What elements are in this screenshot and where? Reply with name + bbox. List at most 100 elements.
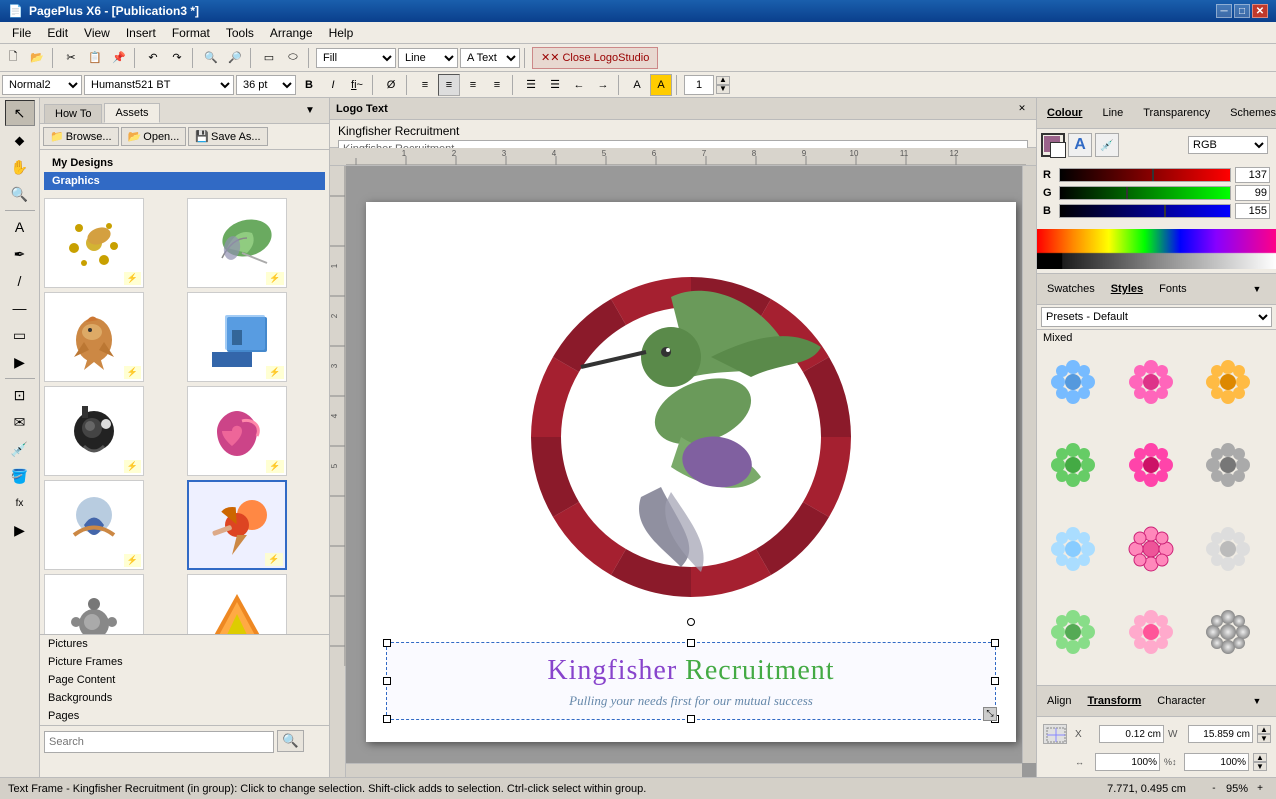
handle-tr[interactable] xyxy=(991,639,999,647)
font-name-dropdown[interactable]: Humanst521 BT xyxy=(84,75,234,95)
search-button[interactable]: 🔍 xyxy=(277,730,304,752)
zoom-in-status[interactable]: + xyxy=(1252,781,1268,797)
open-button[interactable]: 📂 Open... xyxy=(121,127,187,146)
bullets-button[interactable]: ☰ xyxy=(520,74,542,96)
graphic-item-4[interactable]: ⚡ xyxy=(187,292,287,382)
draw-ellipse-button[interactable]: ⬭ xyxy=(282,47,304,69)
fill-dropdown[interactable]: Fill xyxy=(316,48,396,68)
new-button[interactable]: 🗋 xyxy=(2,47,24,69)
menu-view[interactable]: View xyxy=(76,24,118,42)
g-slider-track[interactable] xyxy=(1059,186,1231,200)
canvas-scrollbar-v[interactable] xyxy=(1022,166,1036,763)
x-input[interactable]: 0.12 cm xyxy=(1099,725,1164,743)
pan-tool[interactable]: ✋ xyxy=(5,154,35,180)
minimize-button[interactable]: ─ xyxy=(1216,4,1232,18)
strikethrough-button[interactable]: Ø xyxy=(380,74,402,96)
indent-decrease-button[interactable]: ← xyxy=(568,74,590,96)
style-silver-1[interactable] xyxy=(1198,602,1258,662)
align-center-button[interactable]: ≡ xyxy=(438,74,460,96)
pictures-nav[interactable]: Pictures xyxy=(40,635,329,653)
page-number-input[interactable] xyxy=(684,75,714,95)
copy-button[interactable]: 📋 xyxy=(84,47,106,69)
align-left-button[interactable]: ≡ xyxy=(414,74,436,96)
graphic-item-8[interactable]: ⚡ xyxy=(187,480,287,570)
envelope-tool[interactable]: ✉ xyxy=(5,409,35,435)
pointer-tool[interactable]: ↖ xyxy=(5,100,35,126)
graphic-item-5[interactable]: ⚡ xyxy=(44,386,144,476)
undo-button[interactable]: ↶ xyxy=(142,47,164,69)
expand-tool-2[interactable]: ▶ xyxy=(5,517,35,543)
style-gray-1[interactable] xyxy=(1198,435,1258,495)
crop-tool[interactable]: ⊡ xyxy=(5,382,35,408)
fx-tool[interactable]: fx xyxy=(5,490,35,516)
logo-text-close[interactable]: ✕ xyxy=(1014,101,1030,117)
open-button[interactable]: 📂 xyxy=(26,47,48,69)
align-tab[interactable]: Align xyxy=(1041,693,1077,709)
numbering-button[interactable]: ☰ xyxy=(544,74,566,96)
zoom-tool[interactable]: 🔍 xyxy=(5,181,35,207)
style-green-2[interactable] xyxy=(1043,602,1103,662)
text-frame[interactable]: Kingfisher Recruitment Pulling your need… xyxy=(386,642,996,720)
draw-rect-button[interactable]: ▭ xyxy=(258,47,280,69)
style-gray-2[interactable] xyxy=(1198,519,1258,579)
close-button[interactable]: ✕ xyxy=(1252,4,1268,18)
align-justify-button[interactable]: ≡ xyxy=(486,74,508,96)
menu-edit[interactable]: Edit xyxy=(39,24,76,42)
presets-dropdown[interactable]: Presets - Default xyxy=(1041,307,1272,327)
pencil-tool[interactable]: / xyxy=(5,268,35,294)
graphic-item-7[interactable]: ⚡ xyxy=(44,480,144,570)
b-value-input[interactable]: 155 xyxy=(1235,203,1270,219)
node-tool[interactable]: ⬥ xyxy=(5,127,35,153)
handle-bl[interactable] xyxy=(383,715,391,723)
font-style-dropdown[interactable]: Normal2 xyxy=(2,75,82,95)
italic-button[interactable]: I xyxy=(322,74,344,96)
text-dropdown[interactable]: A Text xyxy=(460,48,520,68)
handle-ml[interactable] xyxy=(383,677,391,685)
underline-button[interactable]: fi~ xyxy=(346,74,368,96)
fill-tool[interactable]: 🪣 xyxy=(5,463,35,489)
character-tab[interactable]: Character xyxy=(1151,693,1211,709)
fonts-tab[interactable]: Fonts xyxy=(1153,281,1193,297)
style-pink-2[interactable] xyxy=(1121,519,1181,579)
font-size-dropdown[interactable]: 36 pt xyxy=(236,75,296,95)
style-blue-1[interactable] xyxy=(1043,352,1103,412)
text-color-swatch[interactable]: A xyxy=(1068,133,1092,157)
indent-increase-button[interactable]: → xyxy=(592,74,614,96)
canvas[interactable]: Kingfisher Recruitment Pulling your need… xyxy=(346,166,1036,777)
schemes-tab[interactable]: Schemes xyxy=(1224,105,1276,121)
frame-resize-icon[interactable]: ⤡ xyxy=(983,707,997,721)
highlight-button[interactable]: A xyxy=(650,74,672,96)
handle-mr[interactable] xyxy=(991,677,999,685)
graphic-item-3[interactable]: ⚡ xyxy=(44,292,144,382)
zoom-in-button[interactable]: 🔍 xyxy=(200,47,222,69)
graphic-item-6[interactable]: ⚡ xyxy=(187,386,287,476)
menu-arrange[interactable]: Arrange xyxy=(262,24,321,42)
assets-tab[interactable]: Assets xyxy=(104,103,159,123)
page-number-spinner[interactable]: ▲ ▼ xyxy=(716,76,730,94)
w-down[interactable]: ▼ xyxy=(1257,734,1271,743)
zoom-out-button[interactable]: 🔎 xyxy=(224,47,246,69)
handle-bm[interactable] xyxy=(687,715,695,723)
page-content-nav[interactable]: Page Content xyxy=(40,671,329,689)
graphic-item-9[interactable]: ⚡ xyxy=(44,574,144,634)
handle-tm[interactable] xyxy=(687,639,695,647)
swatches-panel-menu[interactable]: ▼ xyxy=(1242,276,1272,302)
maximize-button[interactable]: □ xyxy=(1234,4,1250,18)
colour-gradient-picker[interactable] xyxy=(1037,229,1276,269)
how-to-tab[interactable]: How To xyxy=(44,104,102,123)
scale-h-input[interactable]: 100% xyxy=(1184,753,1249,771)
menu-insert[interactable]: Insert xyxy=(118,24,164,42)
graphic-item-10[interactable]: ⚡ xyxy=(187,574,287,634)
pen-tool[interactable]: ✒ xyxy=(5,241,35,267)
backgrounds-nav[interactable]: Backgrounds xyxy=(40,689,329,707)
align-right-button[interactable]: ≡ xyxy=(462,74,484,96)
cut-button[interactable]: ✂ xyxy=(60,47,82,69)
transform-tab[interactable]: Transform xyxy=(1081,693,1147,709)
line-tab[interactable]: Line xyxy=(1096,105,1129,121)
eyedropper-tool[interactable]: 💉 xyxy=(5,436,35,462)
graphics-nav[interactable]: Graphics xyxy=(44,172,325,190)
close-logostudio-button[interactable]: ✕ ✕ Close LogoStudio xyxy=(532,47,658,69)
scale-w-input[interactable]: 100% xyxy=(1095,753,1160,771)
menu-tools[interactable]: Tools xyxy=(218,24,262,42)
rotate-handle[interactable] xyxy=(687,618,695,626)
